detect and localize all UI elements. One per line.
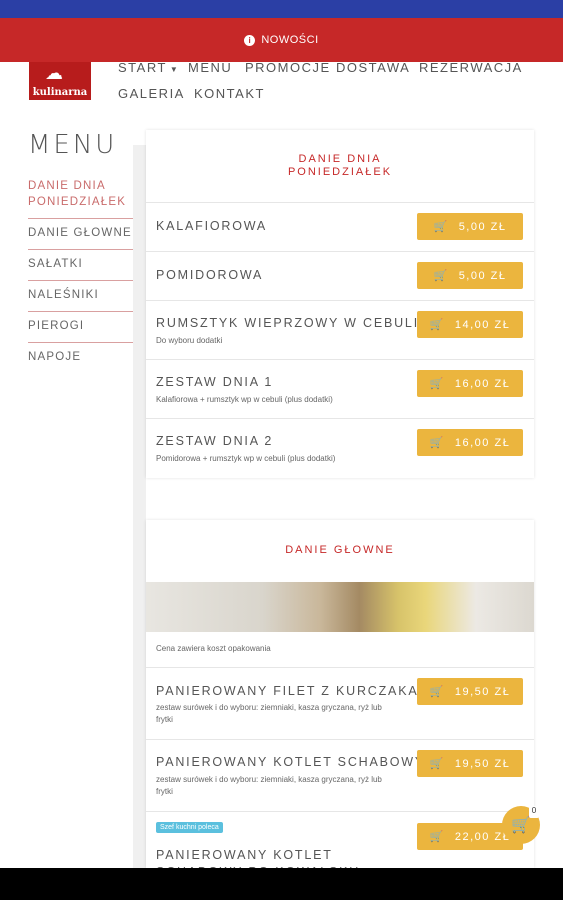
menu-item: PANIEROWANY KOTLET SCHABOWY zestaw surów…: [146, 739, 534, 811]
bottom-bar: [0, 868, 563, 900]
menu-item: POMIDOROWA 🛒 5,00 ZŁ: [146, 251, 534, 300]
news-banner[interactable]: i NOWOŚCI: [0, 18, 563, 62]
section-title: DANIE DNIA PONIEDZIAŁEK: [287, 153, 393, 178]
price-button[interactable]: 🛒 19,50 ZŁ: [417, 678, 523, 705]
top-status-bar: [0, 0, 563, 18]
sidebar-item-pierogi[interactable]: PIEROGI: [28, 312, 146, 343]
price-button[interactable]: 🛒 5,00 ZŁ: [417, 262, 523, 289]
item-name: PANIEROWANY KOTLET SCHABOWY PO KOWALSKU: [156, 848, 358, 868]
item-desc: zestaw surówek i do wyboru: ziemniaki, k…: [156, 703, 382, 724]
item-desc: Pomidorowa + rumsztyk wp w cebuli (plus …: [156, 454, 336, 463]
price-button[interactable]: 🛒 19,50 ZŁ: [417, 750, 523, 777]
cart-count-badge: 0: [529, 806, 539, 818]
nav-dostawa[interactable]: DOSTAWA: [336, 60, 410, 75]
sidebar-item-danie-glowne[interactable]: DANIE GŁOWNE: [28, 219, 146, 250]
section-danie-glowne: DANIE GŁOWNE Cena zawiera koszt opakowan…: [146, 520, 534, 868]
chef-hat-icon: ☁: [45, 63, 63, 83]
cart-icon: 🛒: [429, 319, 445, 331]
cart-icon: 🛒: [429, 831, 445, 843]
cart-icon: 🛒: [511, 817, 531, 834]
scroll-strip: [133, 145, 146, 870]
chevron-down-icon: ▼: [169, 65, 180, 74]
menu-item: ZESTAW DNIA 1 Kalafiorowa + rumsztyk wp …: [146, 359, 534, 418]
sidebar-item-danie-dnia[interactable]: DANIE DNIA PONIEDZIAŁEK: [28, 172, 146, 219]
price-button[interactable]: 🛒 16,00 ZŁ: [417, 429, 523, 456]
nav-kontakt[interactable]: KONTAKT: [194, 86, 265, 101]
menu-title: MENU: [28, 130, 118, 160]
item-desc: Do wyboru dodatki: [156, 336, 223, 345]
cart-icon: 🛒: [429, 758, 445, 770]
dish-image: [146, 582, 534, 632]
sidebar: DANIE DNIA PONIEDZIAŁEK DANIE GŁOWNE SAŁ…: [28, 172, 146, 373]
cart-icon: 🛒: [429, 378, 445, 390]
chef-recommends-badge: Szef kuchni poleca: [156, 822, 223, 833]
item-name: KALAFIOROWA: [156, 219, 268, 233]
sidebar-item-napoje[interactable]: NAPOJE: [28, 343, 146, 373]
section-danie-dnia: DANIE DNIA PONIEDZIAŁEK KALAFIOROWA 🛒 5,0…: [146, 130, 534, 478]
menu-item: PANIEROWANY FILET Z KURCZAKA zestaw suró…: [146, 667, 534, 739]
price-button[interactable]: 🛒 5,00 ZŁ: [417, 213, 523, 240]
nav-rezerwacja[interactable]: REZERWACJA: [419, 60, 523, 75]
item-desc: Kalafiorowa + rumsztyk wp w cebuli (plus…: [156, 395, 333, 404]
section-note: Cena zawiera koszt opakowania: [156, 644, 271, 653]
news-label: NOWOŚCI: [261, 34, 319, 46]
sidebar-item-nalesniki[interactable]: NALEŚNIKI: [28, 281, 146, 312]
cart-icon: 🛒: [429, 437, 445, 449]
nav-start[interactable]: START ▼: [118, 60, 179, 75]
logo[interactable]: ☁ kulinarna: [29, 62, 91, 100]
cart-icon: 🛒: [429, 686, 445, 698]
menu-item: RUMSZTYK WIEPRZOWY W CEBULI Do wyboru do…: [146, 300, 534, 359]
cart-icon: 🛒: [433, 221, 449, 233]
logo-text: kulinarna: [32, 87, 88, 98]
price-button[interactable]: 🛒 16,00 ZŁ: [417, 370, 523, 397]
price-button[interactable]: 🛒 14,00 ZŁ: [417, 311, 523, 338]
item-name: ZESTAW DNIA 1: [156, 375, 274, 389]
cart-icon: 🛒: [433, 270, 449, 282]
nav-menu[interactable]: MENU: [188, 60, 232, 75]
item-name: PANIEROWANY KOTLET SCHABOWY: [156, 755, 426, 769]
item-name: POMIDOROWA: [156, 268, 264, 282]
menu-item: Szef kuchni poleca PANIEROWANY KOTLET SC…: [146, 811, 534, 868]
item-name: RUMSZTYK WIEPRZOWY W CEBULI: [156, 316, 419, 330]
item-desc: zestaw surówek i do wyboru: ziemniaki, k…: [156, 775, 382, 796]
info-icon: i: [244, 34, 256, 46]
nav-promocje[interactable]: PROMOCJE: [245, 60, 331, 75]
menu-item: KALAFIOROWA 🛒 5,00 ZŁ: [146, 202, 534, 251]
item-name: ZESTAW DNIA 2: [156, 434, 274, 448]
menu-item: ZESTAW DNIA 2 Pomidorowa + rumsztyk wp w…: [146, 418, 534, 478]
section-title: DANIE GŁOWNE: [285, 544, 395, 556]
nav-galeria[interactable]: GALERIA: [118, 86, 185, 101]
item-name: PANIEROWANY FILET Z KURCZAKA: [156, 684, 419, 698]
sidebar-item-salatki[interactable]: SAŁATKI: [28, 250, 146, 281]
